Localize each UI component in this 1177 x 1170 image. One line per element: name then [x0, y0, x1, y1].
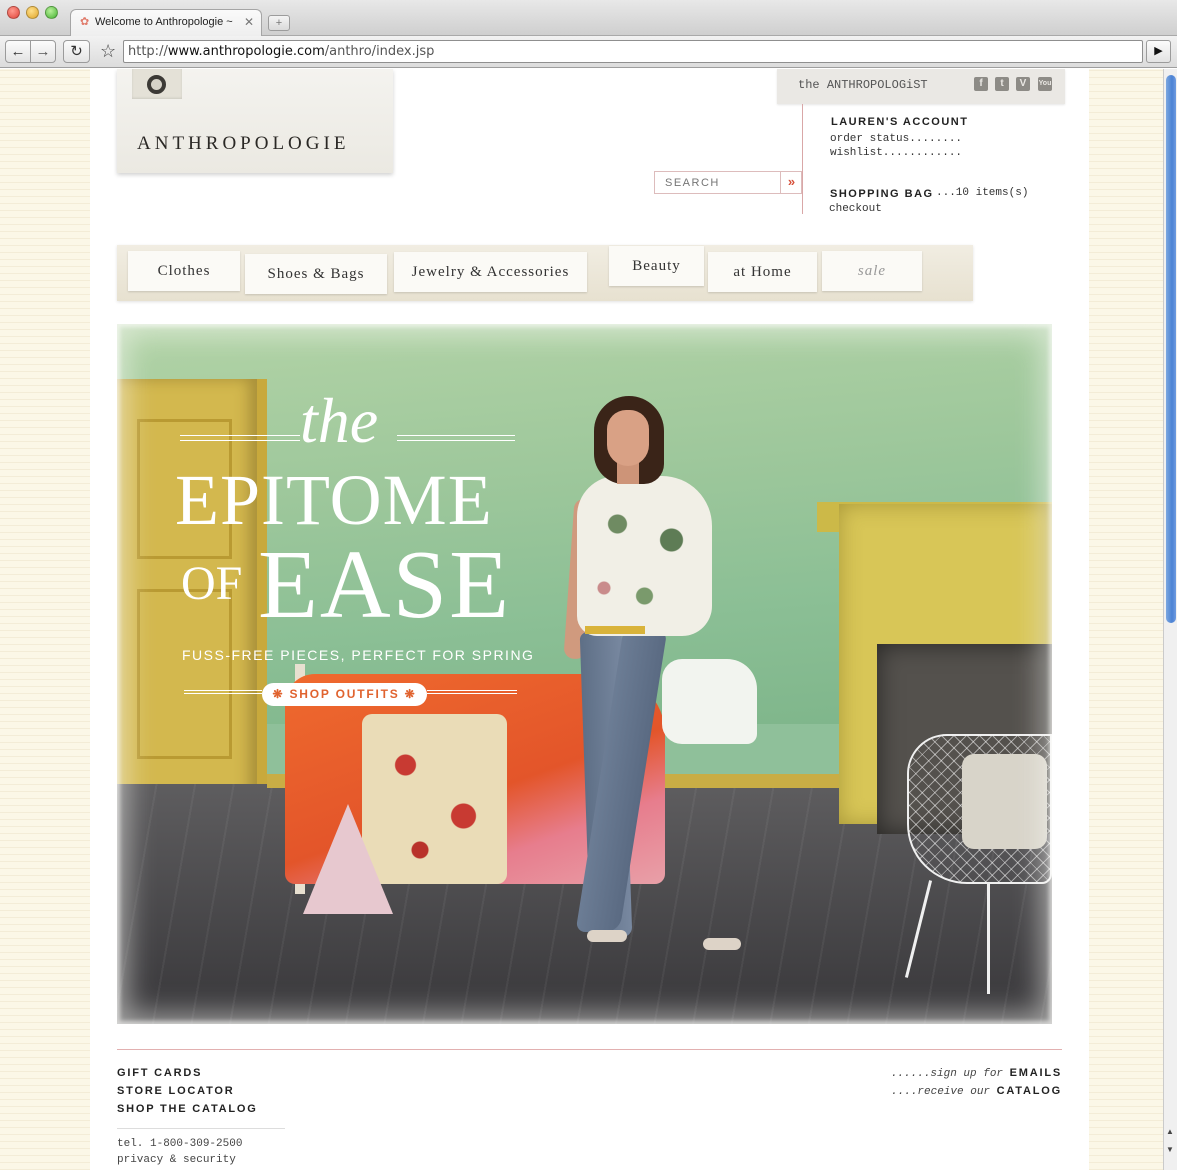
hero-rule — [180, 440, 300, 441]
hero-rule — [397, 440, 515, 441]
anthropologist-prefix: the — [798, 78, 820, 92]
nav-clothes[interactable]: Clothes — [128, 251, 240, 291]
footer-divider — [117, 1049, 1062, 1050]
shop-catalog-link[interactable]: SHOP THE CATALOG — [117, 1103, 258, 1115]
forward-icon: → — [35, 43, 51, 60]
hero-rule — [184, 690, 262, 694]
shopping-bag-link[interactable]: SHOPPING BAG — [830, 188, 934, 200]
tab-title: Welcome to Anthropologie ~ — [95, 16, 233, 28]
twitter-icon[interactable]: t — [995, 77, 1009, 91]
youtube-icon[interactable]: You — [1038, 77, 1052, 91]
scroll-down-icon[interactable]: ▼ — [1166, 1145, 1174, 1154]
model-shoe — [587, 930, 627, 942]
star-icon[interactable]: ☆ — [100, 42, 116, 60]
hero-pillow — [662, 659, 757, 744]
address-bar[interactable]: http://www.anthropologie.com/anthro/inde… — [123, 40, 1143, 63]
scroll-up-icon[interactable]: ▲ — [1166, 1127, 1174, 1136]
search-input[interactable] — [655, 172, 780, 193]
browser-titlebar: ✿ Welcome to Anthropologie ~ ✕ + — [0, 0, 1177, 37]
model-shoe — [703, 938, 741, 950]
flower-icon: ✿ — [80, 16, 90, 28]
search-button[interactable]: » — [780, 172, 802, 193]
love-cushion — [962, 754, 1047, 849]
catalog-request-link[interactable]: ....receive our CATALOG — [891, 1085, 1062, 1098]
nav-at-home[interactable]: at Home — [708, 252, 817, 292]
checkout-link[interactable]: checkout — [829, 203, 882, 215]
category-nav: Clothes Shoes & Bags Jewelry & Accessori… — [117, 245, 973, 301]
footer-short-divider — [117, 1128, 285, 1129]
play-icon: ▶ — [1154, 45, 1163, 57]
email-signup-label: EMAILS — [1009, 1067, 1062, 1079]
account-title[interactable]: LAUREN'S ACCOUNT — [831, 116, 968, 128]
email-signup-link[interactable]: ......sign up for EMAILS — [891, 1067, 1062, 1080]
tab-close-icon[interactable]: ✕ — [244, 15, 254, 29]
vimeo-icon[interactable]: V — [1016, 77, 1030, 91]
door-panel — [137, 589, 232, 759]
anthropologist-link[interactable]: the ANTHROPOLOGiST — [798, 78, 928, 92]
hero-rule — [427, 690, 517, 694]
nav-sale[interactable]: sale — [822, 251, 922, 291]
model-blouse — [577, 476, 712, 636]
url-path: /anthro/index.jsp — [324, 44, 435, 59]
page-viewport: ANTHROPOLOGIE the ANTHROPOLOGiST f t V Y… — [0, 69, 1163, 1170]
email-signup-prefix: ......sign up for — [890, 1068, 1010, 1080]
nav-beauty[interactable]: Beauty — [609, 246, 704, 286]
minimize-window-button[interactable] — [26, 6, 39, 19]
close-window-button[interactable] — [7, 6, 20, 19]
facebook-icon[interactable]: f — [974, 77, 988, 91]
url-host: www.anthropologie.com — [167, 44, 325, 59]
catalog-request-prefix: ....receive our — [891, 1086, 997, 1098]
gift-cards-link[interactable]: GIFT CARDS — [117, 1067, 202, 1079]
hero-of: OF — [181, 557, 243, 610]
header-divider — [802, 104, 803, 214]
back-icon: ← — [10, 43, 26, 60]
forward-button[interactable]: → — [30, 40, 56, 63]
wishlist-link[interactable]: wishlist............ — [830, 147, 962, 159]
privacy-link[interactable]: privacy & security — [117, 1154, 236, 1166]
hero-rule — [180, 435, 300, 436]
logo-text: ANTHROPOLOGIE — [137, 133, 350, 154]
telephone: tel. 1-800-309-2500 — [117, 1138, 243, 1150]
card-house — [303, 804, 393, 914]
url-prefix: http:// — [128, 44, 168, 59]
browser-tab[interactable]: ✿ Welcome to Anthropologie ~ ✕ — [70, 9, 262, 37]
scrollbar-thumb[interactable] — [1166, 75, 1176, 623]
hero-banner[interactable]: the EPITOME OF EASE FUSS-FREE PIECES, PE… — [117, 324, 1052, 1024]
vertical-scrollbar[interactable]: ▲ ▼ — [1163, 69, 1177, 1170]
order-status-link[interactable]: order status........ — [830, 133, 962, 145]
search-box: » — [654, 171, 802, 194]
go-button[interactable]: ▶ — [1146, 40, 1171, 63]
page-content: ANTHROPOLOGIE the ANTHROPOLOGiST f t V Y… — [90, 69, 1089, 1170]
new-tab-button[interactable]: + — [268, 15, 290, 31]
model-belt — [585, 626, 645, 634]
back-button[interactable]: ← — [5, 40, 31, 63]
browser-toolbar: ← → ↻ ☆ http://www.anthropologie.com/ant… — [0, 36, 1177, 68]
reload-icon: ↻ — [70, 43, 83, 60]
grommet-icon — [147, 75, 166, 94]
catalog-request-label: CATALOG — [996, 1085, 1062, 1097]
hero-epitome: EPITOME — [175, 460, 493, 540]
store-locator-link[interactable]: STORE LOCATOR — [117, 1085, 235, 1097]
model-face — [607, 410, 649, 466]
shop-outfits-button[interactable]: ❋ SHOP OUTFITS ❋ — [262, 683, 427, 706]
hero-ease: EASE — [258, 531, 511, 639]
chair-leg — [987, 884, 990, 994]
nav-jewelry-accessories[interactable]: Jewelry & Accessories — [394, 252, 587, 292]
hero-rule — [397, 435, 515, 436]
hero-subtitle: FUSS-FREE PIECES, PERFECT FOR SPRING — [182, 647, 535, 663]
anthropologist-title: ANTHROPOLOGiST — [826, 78, 928, 92]
logo[interactable]: ANTHROPOLOGIE — [117, 69, 393, 173]
reload-button[interactable]: ↻ — [63, 40, 90, 63]
zoom-window-button[interactable] — [45, 6, 58, 19]
bag-count: ...10 items(s) — [936, 187, 1029, 199]
nav-shoes-bags[interactable]: Shoes & Bags — [245, 254, 387, 294]
hero-the: the — [300, 385, 379, 456]
anthropologist-banner: the ANTHROPOLOGiST f t V You — [777, 69, 1065, 104]
